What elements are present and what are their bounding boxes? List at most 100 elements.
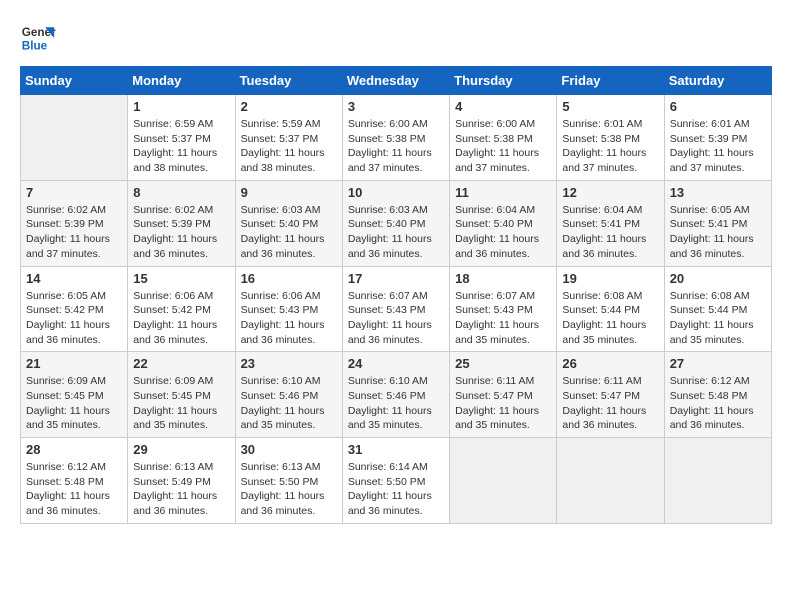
day-number: 5 — [562, 99, 658, 114]
day-info: Sunrise: 6:12 AMSunset: 5:48 PMDaylight:… — [26, 460, 122, 519]
day-header-sunday: Sunday — [21, 67, 128, 95]
day-number: 18 — [455, 271, 551, 286]
logo: General Blue — [20, 20, 56, 56]
calendar-cell: 21Sunrise: 6:09 AMSunset: 5:45 PMDayligh… — [21, 352, 128, 438]
calendar-cell: 13 Sunrise: 6:05 AMSunset: 5:41 PMDayligh… — [664, 180, 771, 266]
day-info: Sunrise: 6:13 AMSunset: 5:49 PMDaylight:… — [133, 460, 229, 519]
day-number: 24 — [348, 356, 444, 371]
day-info: Sunrise: 6:03 AMSunset: 5:40 PMDaylight:… — [348, 203, 444, 262]
calendar-cell: 27 Sunrise: 6:12 AMSunset: 5:48 PMDayligh… — [664, 352, 771, 438]
day-info: Sunrise: 6:11 AMSunset: 5:47 PMDaylight:… — [562, 374, 658, 433]
day-info: Sunrise: 6:02 AMSunset: 5:39 PMDaylight:… — [133, 203, 229, 262]
day-number: 25 — [455, 356, 551, 371]
calendar-cell: 20 Sunrise: 6:08 AMSunset: 5:44 PMDayligh… — [664, 266, 771, 352]
day-header-wednesday: Wednesday — [342, 67, 449, 95]
day-number: 13 — [670, 185, 766, 200]
day-info: Sunrise: 6:05 AMSunset: 5:42 PMDaylight:… — [26, 289, 122, 348]
day-number: 23 — [241, 356, 337, 371]
calendar-cell: 25 Sunrise: 6:11 AMSunset: 5:47 PMDayligh… — [450, 352, 557, 438]
calendar-cell: 26Sunrise: 6:11 AMSunset: 5:47 PMDayligh… — [557, 352, 664, 438]
calendar-cell — [21, 95, 128, 181]
day-info: Sunrise: 6:14 AMSunset: 5:50 PMDaylight:… — [348, 460, 444, 519]
calendar-cell: 4Sunrise: 6:00 AMSunset: 5:38 PMDaylight… — [450, 95, 557, 181]
week-row-3: 14 Sunrise: 6:05 AMSunset: 5:42 PMDayligh… — [21, 266, 772, 352]
calendar-cell — [450, 438, 557, 524]
day-number: 10 — [348, 185, 444, 200]
day-number: 7 — [26, 185, 122, 200]
calendar-cell: 16 Sunrise: 6:06 AMSunset: 5:43 PMDayligh… — [235, 266, 342, 352]
calendar-cell: 15 Sunrise: 6:06 AMSunset: 5:42 PMDayligh… — [128, 266, 235, 352]
calendar-cell: 2Sunrise: 5:59 AMSunset: 5:37 PMDaylight… — [235, 95, 342, 181]
calendar-cell: 29 Sunrise: 6:13 AMSunset: 5:49 PMDayligh… — [128, 438, 235, 524]
calendar-cell: 11 Sunrise: 6:04 AMSunset: 5:40 PMDayligh… — [450, 180, 557, 266]
calendar-cell: 24 Sunrise: 6:10 AMSunset: 5:46 PMDayligh… — [342, 352, 449, 438]
calendar-cell: 1 Sunrise: 6:59 AMSunset: 5:37 PMDaylight… — [128, 95, 235, 181]
day-info: Sunrise: 6:10 AMSunset: 5:46 PMDaylight:… — [241, 374, 337, 433]
day-info: Sunrise: 6:01 AMSunset: 5:39 PMDaylight:… — [670, 117, 766, 176]
day-info: Sunrise: 6:09 AMSunset: 5:45 PMDaylight:… — [133, 374, 229, 433]
day-info: Sunrise: 6:04 AMSunset: 5:40 PMDaylight:… — [455, 203, 551, 262]
day-info: Sunrise: 6:03 AMSunset: 5:40 PMDaylight:… — [241, 203, 337, 262]
calendar-cell: 19 Sunrise: 6:08 AMSunset: 5:44 PMDayligh… — [557, 266, 664, 352]
day-info: Sunrise: 6:06 AMSunset: 5:42 PMDaylight:… — [133, 289, 229, 348]
calendar-cell — [557, 438, 664, 524]
day-header-thursday: Thursday — [450, 67, 557, 95]
day-info: Sunrise: 6:10 AMSunset: 5:46 PMDaylight:… — [348, 374, 444, 433]
day-number: 14 — [26, 271, 122, 286]
day-number: 30 — [241, 442, 337, 457]
calendar-cell: 22 Sunrise: 6:09 AMSunset: 5:45 PMDayligh… — [128, 352, 235, 438]
calendar-cell: 28 Sunrise: 6:12 AMSunset: 5:48 PMDayligh… — [21, 438, 128, 524]
day-number: 21 — [26, 356, 122, 371]
calendar-cell — [664, 438, 771, 524]
day-number: 19 — [562, 271, 658, 286]
week-row-5: 28 Sunrise: 6:12 AMSunset: 5:48 PMDayligh… — [21, 438, 772, 524]
svg-text:Blue: Blue — [22, 40, 48, 53]
day-info: Sunrise: 6:13 AMSunset: 5:50 PMDaylight:… — [241, 460, 337, 519]
day-info: Sunrise: 6:01 AMSunset: 5:38 PMDaylight:… — [562, 117, 658, 176]
calendar-cell: 31Sunrise: 6:14 AMSunset: 5:50 PMDayligh… — [342, 438, 449, 524]
calendar-cell: 30 Sunrise: 6:13 AMSunset: 5:50 PMDayligh… — [235, 438, 342, 524]
day-number: 9 — [241, 185, 337, 200]
day-number: 17 — [348, 271, 444, 286]
calendar-cell: 9 Sunrise: 6:03 AMSunset: 5:40 PMDaylight… — [235, 180, 342, 266]
day-number: 22 — [133, 356, 229, 371]
day-number: 29 — [133, 442, 229, 457]
day-number: 6 — [670, 99, 766, 114]
calendar-cell: 7 Sunrise: 6:02 AMSunset: 5:39 PMDaylight… — [21, 180, 128, 266]
header-row: SundayMondayTuesdayWednesdayThursdayFrid… — [21, 67, 772, 95]
calendar-cell: 23 Sunrise: 6:10 AMSunset: 5:46 PMDayligh… — [235, 352, 342, 438]
day-info: Sunrise: 6:00 AMSunset: 5:38 PMDaylight:… — [348, 117, 444, 176]
day-info: Sunrise: 5:59 AMSunset: 5:37 PMDaylight:… — [241, 117, 337, 176]
day-number: 8 — [133, 185, 229, 200]
calendar-cell: 10 Sunrise: 6:03 AMSunset: 5:40 PMDayligh… — [342, 180, 449, 266]
day-header-friday: Friday — [557, 67, 664, 95]
calendar-cell: 17 Sunrise: 6:07 AMSunset: 5:43 PMDayligh… — [342, 266, 449, 352]
day-number: 20 — [670, 271, 766, 286]
day-info: Sunrise: 6:08 AMSunset: 5:44 PMDaylight:… — [562, 289, 658, 348]
logo-icon: General Blue — [20, 20, 56, 56]
day-info: Sunrise: 6:02 AMSunset: 5:39 PMDaylight:… — [26, 203, 122, 262]
day-info: Sunrise: 6:04 AMSunset: 5:41 PMDaylight:… — [562, 203, 658, 262]
day-number: 3 — [348, 99, 444, 114]
day-info: Sunrise: 6:59 AMSunset: 5:37 PMDaylight:… — [133, 117, 229, 176]
day-info: Sunrise: 6:05 AMSunset: 5:41 PMDaylight:… — [670, 203, 766, 262]
day-info: Sunrise: 6:07 AMSunset: 5:43 PMDaylight:… — [455, 289, 551, 348]
day-number: 11 — [455, 185, 551, 200]
day-info: Sunrise: 6:07 AMSunset: 5:43 PMDaylight:… — [348, 289, 444, 348]
day-info: Sunrise: 6:06 AMSunset: 5:43 PMDaylight:… — [241, 289, 337, 348]
day-number: 16 — [241, 271, 337, 286]
day-info: Sunrise: 6:08 AMSunset: 5:44 PMDaylight:… — [670, 289, 766, 348]
week-row-4: 21 Sunrise: 6:09 AMSunset: 5:45 PMDayligh… — [21, 352, 772, 438]
day-number: 12 — [562, 185, 658, 200]
calendar-cell: 18 Sunrise: 6:07 AMSunset: 5:43 PMDayligh… — [450, 266, 557, 352]
day-number: 27 — [670, 356, 766, 371]
day-info: Sunrise: 6:11 AMSunset: 5:47 PMDaylight:… — [455, 374, 551, 433]
day-number: 4 — [455, 99, 551, 114]
day-number: 15 — [133, 271, 229, 286]
calendar-cell: 8 Sunrise: 6:02 AMSunset: 5:39 PMDaylight… — [128, 180, 235, 266]
day-number: 1 — [133, 99, 229, 114]
week-row-2: 7 Sunrise: 6:02 AMSunset: 5:39 PMDaylight… — [21, 180, 772, 266]
day-number: 28 — [26, 442, 122, 457]
day-info: Sunrise: 6:12 AMSunset: 5:48 PMDaylight:… — [670, 374, 766, 433]
day-header-monday: Monday — [128, 67, 235, 95]
